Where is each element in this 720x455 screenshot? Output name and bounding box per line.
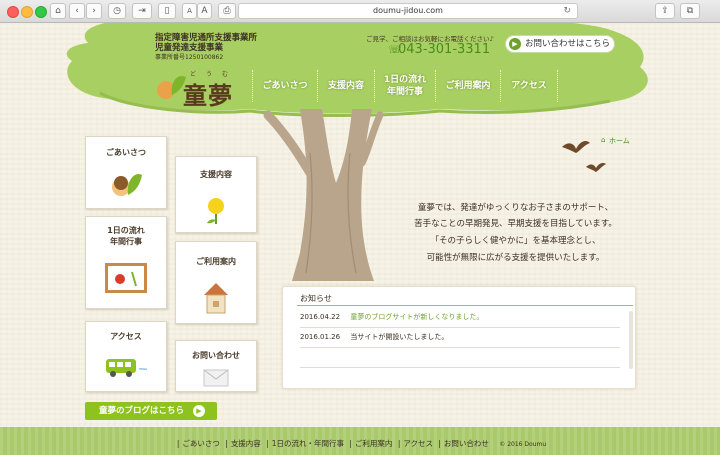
home-icon: ⌂	[601, 136, 606, 144]
house-icon	[204, 283, 228, 314]
nav-greeting[interactable]: ごあいさつ	[252, 70, 317, 102]
dandelion-icon	[207, 198, 224, 224]
facility-number: 事業所番号1250100862	[155, 54, 224, 61]
reload-icon[interactable]: ↻	[563, 4, 571, 18]
box-guide-title: ご利用案内	[196, 257, 236, 266]
home-icon[interactable]: ⌂	[50, 3, 66, 19]
tab-icon[interactable]: ⇥	[132, 3, 152, 19]
minimize-window-button[interactable]	[21, 6, 33, 18]
zoom-window-button[interactable]	[35, 6, 47, 18]
bus-icon	[106, 359, 148, 377]
font-smaller-button[interactable]: A	[182, 3, 197, 19]
nav-access[interactable]: アクセス	[500, 70, 558, 102]
close-window-button[interactable]	[7, 6, 19, 18]
news-title: お知らせ	[300, 294, 332, 303]
intro-line-1: 童夢では、発達がゆっくりなお子さまのサポート、	[417, 203, 614, 213]
box-support-title: 支援内容	[200, 170, 232, 179]
intro-line-3: 「その子らしく健やかに」を基本理念とし、	[430, 236, 601, 246]
nav-support[interactable]: 支援内容	[317, 70, 374, 102]
box-access[interactable]: アクセス	[85, 321, 167, 392]
tabs-overview-icon[interactable]: ⧉	[680, 3, 700, 19]
news-link[interactable]: 童夢のブログサイトが新しくなりました。	[350, 313, 483, 321]
news-divider	[297, 305, 633, 306]
contact-button[interactable]: ▶ お問い合わせはこちら	[505, 35, 615, 53]
history-icon[interactable]: ◷	[108, 3, 126, 19]
print-icon[interactable]: ⎙	[218, 3, 236, 19]
news-date: 2016.04.22	[300, 313, 341, 321]
share-icon[interactable]: ⇪	[655, 3, 675, 19]
global-nav: ごあいさつ 支援内容 1日の流れ 年間行事 ご利用案内 アクセス	[252, 70, 558, 102]
footer-link-access[interactable]: アクセス	[403, 439, 433, 448]
play-icon: ▶	[193, 405, 205, 417]
news-scrollbar[interactable]	[629, 311, 633, 369]
footer-link-inquiry[interactable]: お問い合わせ	[444, 439, 489, 448]
address-bar[interactable]: doumu-jidou.com ↻	[238, 3, 578, 19]
contact-button-label: お問い合わせはこちら	[525, 39, 611, 49]
footer-link-daily-flow[interactable]: 1日の流れ・年間行事	[272, 439, 344, 448]
page: 指定障害児通所支援事業所 児童発達支援事業 事業所番号1250100862 どう…	[0, 23, 720, 455]
box-greeting[interactable]: ごあいさつ	[85, 136, 167, 209]
box-daily-flow-title: 1日の流れ 年間行事	[107, 226, 145, 246]
breadcrumb-home[interactable]: ホーム	[609, 136, 630, 146]
copyright: © 2016 Doumu	[499, 441, 547, 448]
font-larger-button[interactable]: A	[197, 3, 212, 19]
browser-toolbar: ⌂ ‹ › ◷ ⇥ ▯ A A ⎙ doumu-jidou.com ↻ ⇪ ⧉	[0, 0, 720, 23]
nav-guide[interactable]: ご利用案内	[435, 70, 500, 102]
site-logo[interactable]: 童夢	[183, 76, 233, 111]
footer: | ごあいさつ | 支援内容 | 1日の流れ・年間行事 | ご利用案内 | アクセス | お…	[0, 427, 720, 455]
url-text: doumu-jidou.com	[373, 6, 443, 15]
news-item: 2016.04.22 童夢のブログサイトが新しくなりました。	[300, 307, 620, 328]
box-inquiry[interactable]: お問い合わせ	[175, 340, 257, 392]
footer-nav: | ごあいさつ | 支援内容 | 1日の流れ・年間行事 | ご利用案内 | アクセス | お…	[176, 439, 547, 448]
box-inquiry-title: お問い合わせ	[192, 351, 240, 360]
phone-number[interactable]: 043-301-3311	[398, 42, 490, 57]
box-guide[interactable]: ご利用案内	[175, 241, 257, 324]
mail-icon	[203, 369, 229, 387]
blog-button-label: 童夢のブログはこちら	[99, 406, 185, 416]
box-daily-flow[interactable]: 1日の流れ 年間行事	[85, 216, 167, 309]
news-date: 2016.01.26	[300, 333, 341, 341]
footer-link-guide[interactable]: ご利用案内	[355, 439, 393, 448]
blog-button[interactable]: 童夢のブログはこちら ▶	[85, 402, 217, 420]
box-support[interactable]: 支援内容	[175, 156, 257, 233]
news-panel: お知らせ 2016.04.22 童夢のブログサイトが新しくなりました。 2016…	[282, 286, 636, 389]
box-greeting-title: ごあいさつ	[106, 148, 146, 157]
child-sprout-icon	[112, 173, 142, 196]
news-text: 当サイトが開設いたしました。	[350, 333, 449, 341]
news-empty-row	[300, 347, 620, 368]
forward-button[interactable]: ›	[86, 3, 102, 19]
news-item: 2016.01.26 当サイトが開設いたしました。	[300, 327, 620, 348]
sidebar-icon[interactable]: ▯	[158, 3, 176, 19]
blackboard-icon	[105, 263, 147, 293]
intro-line-2: 苦手なことの早期発見、早期支援を目指しています。	[414, 219, 617, 229]
footer-link-support[interactable]: 支援内容	[231, 439, 261, 448]
box-access-title: アクセス	[110, 332, 142, 341]
nav-daily-flow[interactable]: 1日の流れ 年間行事	[374, 70, 435, 102]
play-icon: ▶	[509, 38, 521, 50]
intro-line-4: 可能性が無限に広がる支援を提供いたします。	[426, 253, 605, 263]
back-button[interactable]: ‹	[69, 3, 85, 19]
footer-link-greeting[interactable]: ごあいさつ	[182, 439, 220, 448]
